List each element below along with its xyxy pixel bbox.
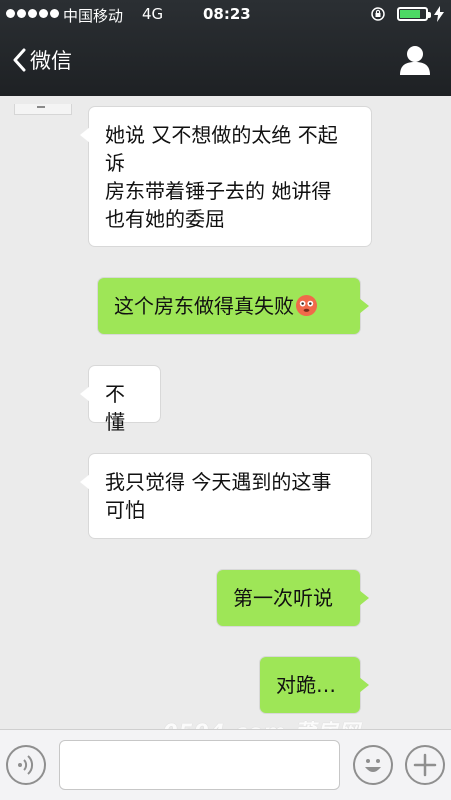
message-line: 房东带着锤子去的 她讲得 — [105, 179, 332, 203]
charging-icon — [434, 6, 444, 22]
message-line: 第一次听说 — [233, 586, 333, 610]
voice-icon — [18, 755, 34, 775]
status-time: 08:23 — [203, 5, 251, 23]
battery-icon — [397, 7, 431, 21]
voice-button[interactable] — [6, 745, 46, 785]
plus-icon — [413, 753, 437, 777]
message-input[interactable] — [59, 740, 340, 790]
status-bar: 中国移动 4G 08:23 — [0, 0, 451, 30]
network-type: 4G — [142, 5, 164, 23]
person-icon[interactable] — [398, 44, 432, 76]
message-line: 对跪… — [276, 673, 336, 697]
message-line: 诉 — [105, 151, 125, 175]
message-bubble-incoming[interactable]: 她说 又不想做的太绝 不起 诉 房东带着锤子去的 她讲得 也有她的委屈 — [80, 107, 371, 246]
message-line: 不懂 — [105, 382, 125, 434]
signal-strength-icon — [6, 9, 59, 18]
input-bar — [0, 729, 451, 800]
smiley-icon — [365, 759, 381, 772]
message-bubble-outgoing[interactable]: 这个房东做得真失败 — [98, 278, 369, 334]
back-label: 微信 — [30, 49, 72, 73]
back-button[interactable]: 微信 — [12, 43, 72, 77]
flushed-face-emoji — [295, 294, 318, 317]
message-line: 也有她的委屈 — [105, 207, 225, 231]
more-button[interactable] — [405, 745, 445, 785]
message-line: 这个房东做得真失败 — [114, 294, 294, 318]
carrier-name: 中国移动 — [63, 7, 124, 25]
chat-message-list[interactable]: 她说 又不想做的太绝 不起 诉 房东带着锤子去的 她讲得 也有她的委屈 这个房东… — [0, 96, 451, 729]
rotation-lock-icon — [371, 7, 385, 21]
title-bar: 中国移动 4G 08:23 微信 — [0, 0, 451, 96]
message-bubble-outgoing[interactable]: 第一次听说 — [217, 570, 369, 626]
message-line: 我只觉得 今天遇到的这事 — [105, 470, 332, 494]
chevron-left-icon — [13, 48, 26, 72]
message-line: 她说 又不想做的太绝 不起 — [105, 123, 338, 147]
avatar[interactable] — [14, 104, 72, 115]
message-bubble-outgoing[interactable]: 对跪… — [260, 657, 369, 713]
emoji-button[interactable] — [353, 745, 393, 785]
message-bubble-incoming[interactable]: 我只觉得 今天遇到的这事 可怕 — [80, 454, 371, 538]
message-line: 可怕 — [105, 498, 145, 522]
message-bubble-incoming[interactable]: 不懂 — [80, 366, 160, 434]
